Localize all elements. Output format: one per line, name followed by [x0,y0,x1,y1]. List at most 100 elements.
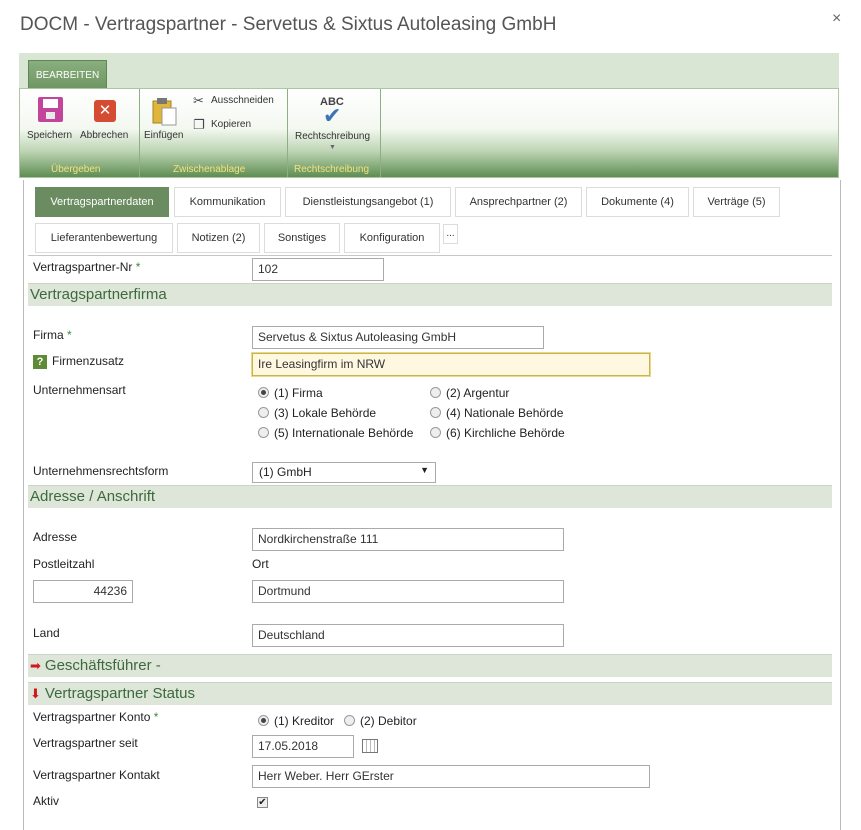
radio-debitor[interactable]: (2) Debitor [344,714,417,728]
required-mark: * [67,328,72,342]
radio-label: (5) Internationale Behörde [274,426,414,440]
paste-button[interactable]: Einfügen [144,130,183,141]
calendar-icon[interactable] [362,739,378,753]
tab-dienstleistungsangebot[interactable]: Dienstleistungsangebot (1) [285,187,451,217]
tab-vertragspartnerdaten[interactable]: Vertragspartnerdaten [35,187,169,217]
group-label-spelling: Rechtschreibung [294,164,370,175]
radio-nationale-behoerde[interactable]: (4) Nationale Behörde [430,406,563,420]
firma-input[interactable]: Servetus & Sixtus Autoleasing GmbH [252,326,544,349]
adresse-input[interactable]: Nordkirchenstraße 111 [252,528,564,551]
required-mark: * [135,260,141,274]
radio-label: (2) Debitor [360,714,417,728]
firma-label-text: Firma [33,328,64,342]
group-label-submit: Übergeben [51,164,101,175]
tab-sonstiges[interactable]: Sonstiges [264,223,340,253]
tab-dokumente[interactable]: Dokumente (4) [586,187,689,217]
save-icon[interactable] [38,97,63,122]
radio-label: (1) Kreditor [274,714,335,728]
ribbon-body [19,88,839,178]
seit-date-input[interactable]: 17.05.2018 [252,735,354,758]
ribbon-tab-bearbeiten[interactable]: BEARBEITEN [28,60,107,88]
radio-internationale-behoerde[interactable]: (5) Internationale Behörde [258,426,413,440]
section-geschaeftsfuehrer-label: Geschäftsführer - [44,657,161,674]
tab-more[interactable]: ... [443,224,458,244]
rechtsform-value: (1) GmbH [259,465,312,479]
scissors-icon[interactable]: ✂ [193,93,204,109]
radio-kreditor[interactable]: (1) Kreditor [258,714,334,728]
radio-button[interactable] [430,407,441,418]
ribbon-divider [380,89,381,177]
arrow-down-icon[interactable]: ⬇ [30,686,41,701]
kontakt-input[interactable]: Herr Weber. Herr GErster [252,765,650,788]
required-mark: * [153,710,159,724]
copy-button[interactable]: Kopieren [211,119,251,130]
checkmark-icon: ✔ [323,103,342,128]
radio-lokale-behoerde[interactable]: (3) Lokale Behörde [258,406,376,420]
radio-firma[interactable]: (1) Firma [258,386,323,400]
partner-nr-label: Vertragspartner-Nr * [33,260,140,274]
section-vertragspartnerfirma: Vertragspartnerfirma [28,283,832,306]
section-adresse: Adresse / Anschrift [28,485,832,508]
save-button[interactable]: Speichern [27,130,72,141]
plz-label: Postleitzahl [33,557,95,571]
chevron-down-icon: ▼ [420,465,429,475]
cancel-button[interactable]: Abbrechen [80,130,128,141]
land-label: Land [33,626,60,640]
radio-kirchliche-behoerde[interactable]: (6) Kirchliche Behörde [430,426,565,440]
tab-divider [28,255,832,256]
unternehmensart-label: Unternehmensart [33,383,126,397]
adresse-label: Adresse [33,530,78,544]
rechtsform-select[interactable]: (1) GmbH ▼ [252,462,436,483]
radio-button[interactable] [430,387,441,398]
radio-label: (1) Firma [274,386,323,400]
ribbon-divider [287,89,288,177]
partner-nr-input[interactable]: 102 [252,258,384,281]
tab-lieferantenbewertung[interactable]: Lieferantenbewertung [35,223,173,253]
tab-ansprechpartner[interactable]: Ansprechpartner (2) [455,187,582,217]
aktiv-checkbox[interactable]: ✔ [257,797,268,808]
radio-button[interactable] [344,715,355,726]
help-icon[interactable]: ? [33,355,47,369]
window-title: DOCM - Vertragspartner - Servetus & Sixt… [20,14,557,35]
rechtsform-label: Unternehmensrechtsform [33,464,169,478]
tab-vertraege[interactable]: Verträge (5) [693,187,780,217]
tab-kommunikation[interactable]: Kommunikation [174,187,281,217]
firma-label: Firma * [33,328,72,342]
radio-button[interactable] [258,407,269,418]
radio-label: (2) Argentur [446,386,510,400]
ort-label-text: Ort [252,557,269,571]
radio-button[interactable] [258,427,269,438]
konto-label-text: Vertragspartner Konto [33,710,151,724]
section-status[interactable]: ⬇ Vertragspartner Status [28,682,832,705]
ribbon-divider [139,89,140,177]
radio-label: (4) Nationale Behörde [446,406,564,420]
konto-label: Vertragspartner Konto * [33,710,158,724]
cut-button[interactable]: Ausschneiden [211,95,274,106]
copy-icon[interactable]: ❐ [193,117,205,133]
chevron-down-icon[interactable]: ▼ [329,144,336,151]
land-input[interactable]: Deutschland [252,624,564,647]
firmenzusatz-label-text: Firmenzusatz [52,354,125,368]
aktiv-label: Aktiv [33,794,60,808]
section-status-label: Vertragspartner Status [44,685,195,702]
group-label-clipboard: Zwischenablage [173,164,246,175]
radio-button[interactable] [258,715,269,726]
plz-input[interactable]: 44236 [33,580,133,603]
spellcheck-button[interactable]: Rechtschreibung [295,131,370,142]
radio-label: (6) Kirchliche Behörde [446,426,565,440]
tab-konfiguration[interactable]: Konfiguration [344,223,440,253]
cancel-icon[interactable]: ✕ [94,100,116,122]
paste-icon[interactable] [152,98,178,126]
arrow-right-icon[interactable]: ➡ [30,658,41,673]
firmenzusatz-input[interactable]: Ire Leasingfirm im NRW [252,353,650,376]
radio-button[interactable] [258,387,269,398]
ort-input[interactable]: Dortmund [252,580,564,603]
tab-notizen[interactable]: Notizen (2) [177,223,260,253]
radio-button[interactable] [430,427,441,438]
radio-argentur[interactable]: (2) Argentur [430,386,509,400]
radio-label: (3) Lokale Behörde [274,406,377,420]
firmenzusatz-label: ? Firmenzusatz [33,354,124,369]
close-icon[interactable]: × [832,10,841,28]
ort-label: Ort [252,557,269,571]
section-geschaeftsfuehrer[interactable]: ➡ Geschäftsführer - [28,654,832,677]
